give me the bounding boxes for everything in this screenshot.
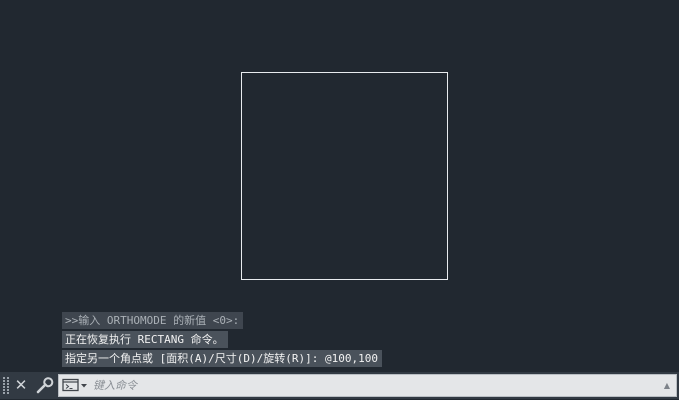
- history-line: 正在恢复执行 RECTANG 命令。: [62, 331, 228, 348]
- chevron-up-icon[interactable]: ▲: [662, 379, 672, 392]
- history-line: 指定另一个角点或 [面积(A)/尺寸(D)/旋转(R)]: @100,100: [62, 350, 382, 367]
- command-prompt-icon[interactable]: [62, 378, 89, 393]
- grip-icon[interactable]: [3, 377, 9, 394]
- command-history: >>输入 ORTHOMODE 的新值 <0>: 正在恢复执行 RECTANG 命…: [62, 312, 382, 369]
- rectangle-entity[interactable]: [241, 72, 448, 280]
- command-input[interactable]: [93, 376, 653, 395]
- close-icon[interactable]: ✕: [12, 376, 30, 395]
- command-input-box: ▲: [58, 374, 677, 397]
- history-line: >>输入 ORTHOMODE 的新值 <0>:: [62, 312, 244, 329]
- wrench-icon[interactable]: [34, 375, 54, 396]
- command-line-bar: ✕ ▲: [0, 372, 679, 399]
